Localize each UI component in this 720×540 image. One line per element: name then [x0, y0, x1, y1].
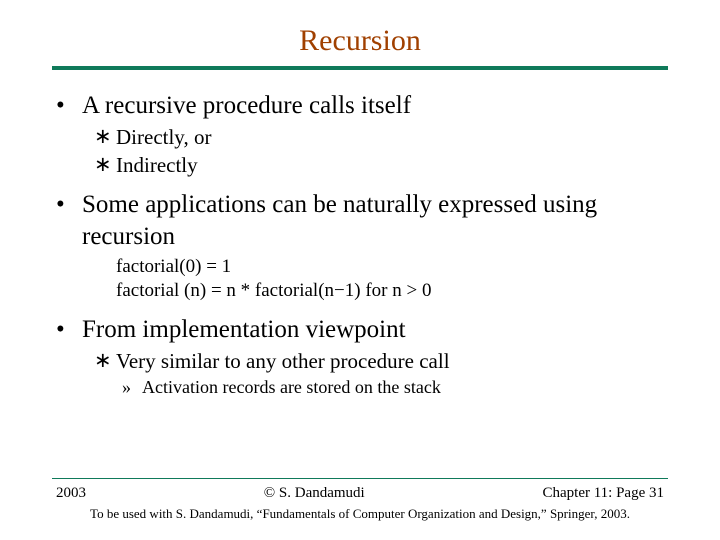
bullet-text: From implementation viewpoint — [82, 314, 406, 346]
bullet-dot-icon: • — [56, 189, 82, 253]
footer-page: Chapter 11: Page 31 — [542, 485, 664, 502]
bullet-star-icon: ∗ — [94, 348, 116, 374]
slide-content: • A recursive procedure calls itself ∗ D… — [0, 70, 720, 399]
bullet-raquo-icon: » — [122, 376, 142, 399]
footer-row: 2003 © S. Dandamudi Chapter 11: Page 31 — [0, 485, 720, 502]
code-line: factorial (n) = n * factorial(n−1) for n… — [116, 279, 664, 304]
bullet-text: Activation records are stored on the sta… — [142, 376, 441, 399]
bullet-text: A recursive procedure calls itself — [82, 90, 411, 122]
slide-title: Recursion — [0, 0, 720, 66]
footer-credit: To be used with S. Dandamudi, “Fundament… — [0, 506, 720, 522]
bullet-dot-icon: • — [56, 314, 82, 346]
bullet-level2: ∗ Indirectly — [94, 152, 664, 178]
bullet-text: Directly, or — [116, 124, 211, 150]
bullet-text: Some applications can be naturally expre… — [82, 189, 664, 253]
bullet-level1: • From implementation viewpoint — [56, 314, 664, 346]
bullet-level3: » Activation records are stored on the s… — [122, 376, 664, 399]
bullet-level1: • A recursive procedure calls itself — [56, 90, 664, 122]
bullet-star-icon: ∗ — [94, 124, 116, 150]
bullet-star-icon: ∗ — [94, 152, 116, 178]
bullet-text: Indirectly — [116, 152, 198, 178]
code-block: factorial(0) = 1 factorial (n) = n * fac… — [116, 255, 664, 304]
footer-year: 2003 — [56, 485, 86, 502]
footer-copyright: © S. Dandamudi — [264, 485, 365, 502]
bullet-dot-icon: • — [56, 90, 82, 122]
bullet-text: Very similar to any other procedure call — [116, 348, 450, 374]
code-line: factorial(0) = 1 — [116, 255, 664, 280]
footer-rule — [52, 478, 668, 479]
bullet-level1: • Some applications can be naturally exp… — [56, 189, 664, 253]
slide: Recursion • A recursive procedure calls … — [0, 0, 720, 540]
bullet-level2: ∗ Very similar to any other procedure ca… — [94, 348, 664, 374]
bullet-level2: ∗ Directly, or — [94, 124, 664, 150]
slide-footer: 2003 © S. Dandamudi Chapter 11: Page 31 … — [0, 478, 720, 522]
